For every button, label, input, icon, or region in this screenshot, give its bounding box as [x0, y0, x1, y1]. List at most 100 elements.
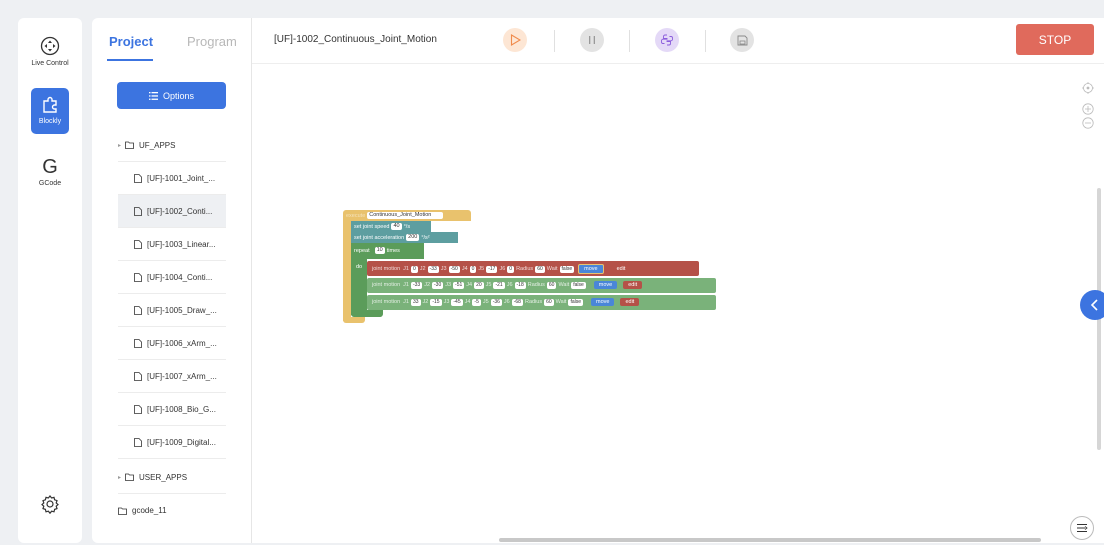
- j5-field[interactable]: -17: [486, 265, 498, 273]
- tree-file-1007[interactable]: [UF]-1007_xArm_...: [118, 360, 226, 393]
- project-panel: Project Program Options ▸ UF_APPS [UF]-1…: [92, 18, 252, 543]
- j2-label: J2: [419, 266, 426, 272]
- j1-label: J1: [403, 299, 409, 305]
- j2-label: J2: [424, 282, 430, 288]
- wait-dropdown[interactable]: false: [571, 281, 586, 289]
- j5-field[interactable]: -36: [490, 298, 502, 306]
- repeat-block-foot: [351, 310, 383, 317]
- j3-label: J3: [443, 299, 450, 305]
- j4-label: J4: [461, 266, 468, 272]
- tree-file-1005[interactable]: [UF]-1005_Draw_...: [118, 294, 226, 327]
- tree-folder-gcode-11[interactable]: gcode_11: [118, 494, 226, 527]
- horizontal-scrollbar[interactable]: [499, 538, 1041, 542]
- live-control-nav[interactable]: Live Control: [18, 36, 82, 67]
- j3-label: J3: [445, 282, 452, 288]
- tree-file-1003[interactable]: [UF]-1003_Linear...: [118, 228, 226, 261]
- j6-field[interactable]: -18: [514, 281, 526, 289]
- edit-button[interactable]: edit: [611, 265, 631, 273]
- joint-motion-label: joint motion: [372, 282, 401, 288]
- j1-label: J1: [403, 282, 409, 288]
- move-button[interactable]: move: [578, 264, 604, 274]
- j4-field[interactable]: -5: [472, 298, 481, 306]
- j6-field[interactable]: -68: [511, 298, 523, 306]
- workspace: [UF]-1002_Continuous_Joint_Motion STOP e…: [252, 18, 1104, 543]
- file-icon: [134, 206, 142, 216]
- edit-button[interactable]: edit: [620, 298, 640, 306]
- repeat-count-field[interactable]: 10: [374, 247, 385, 254]
- recenter-icon[interactable]: [1082, 82, 1094, 94]
- options-button[interactable]: Options: [117, 82, 226, 109]
- radius-label: Radius: [524, 299, 543, 305]
- repeat-row: repeat 10 times: [354, 247, 400, 254]
- list-icon: [148, 91, 158, 100]
- move-button[interactable]: move: [593, 281, 618, 289]
- stop-button[interactable]: STOP: [1016, 24, 1094, 55]
- gcode-nav[interactable]: G GCode: [18, 156, 82, 187]
- file-icon: [134, 404, 142, 414]
- radius-field[interactable]: 60: [546, 281, 557, 289]
- tree-file-1008[interactable]: [UF]-1008_Bio_G...: [118, 393, 226, 426]
- zoom-out-icon[interactable]: [1082, 117, 1094, 129]
- zoom-in-icon[interactable]: [1082, 103, 1094, 115]
- tree-label: gcode_11: [132, 506, 167, 515]
- j4-field[interactable]: 0: [469, 265, 477, 273]
- tree-file-1009[interactable]: [UF]-1009_Digital...: [118, 426, 226, 459]
- j1-field[interactable]: -33: [410, 281, 423, 289]
- move-button[interactable]: move: [591, 298, 615, 306]
- collapse-panel-button[interactable]: [1080, 290, 1104, 320]
- wait-dropdown[interactable]: false: [559, 265, 575, 273]
- tree-label: [UF]-1001_Joint_...: [147, 173, 216, 183]
- tree-file-1004[interactable]: [UF]-1004_Conti...: [118, 261, 226, 294]
- project-title: [UF]-1002_Continuous_Joint_Motion: [274, 34, 437, 45]
- joint-motion-label: joint motion: [372, 299, 401, 305]
- j2-field[interactable]: -30: [432, 281, 444, 289]
- function-block-header: execute Continuous_Joint_Motion: [346, 212, 445, 219]
- wait-label: Wait: [546, 266, 558, 272]
- tree-folder-uf-apps[interactable]: ▸ UF_APPS: [118, 129, 226, 162]
- toolbar-divider: [705, 30, 706, 52]
- j3-field[interactable]: -51: [453, 281, 465, 289]
- radius-field[interactable]: 60: [544, 298, 554, 306]
- python-button[interactable]: [655, 28, 679, 52]
- j5-label: J5: [482, 299, 489, 305]
- toolbar-divider: [629, 30, 630, 52]
- j1-field[interactable]: 33: [410, 298, 421, 306]
- j5-field[interactable]: -21: [493, 281, 505, 289]
- j2-field[interactable]: -15: [430, 298, 442, 306]
- edit-button[interactable]: edit: [623, 281, 643, 289]
- j2-field[interactable]: -33: [427, 265, 439, 273]
- caret-right-icon: ▸: [118, 474, 122, 481]
- speed-unit: °/s: [403, 223, 411, 230]
- radius-field[interactable]: 60: [535, 265, 545, 273]
- left-rail: Live Control Blockly G GCode: [18, 18, 82, 543]
- blockly-nav[interactable]: Blockly: [31, 88, 69, 134]
- j4-field[interactable]: 20: [474, 281, 484, 289]
- j3-field[interactable]: -45: [451, 298, 463, 306]
- j2-label: J2: [422, 299, 429, 305]
- function-name-field[interactable]: Continuous_Joint_Motion: [367, 212, 444, 219]
- folder-icon: [125, 141, 134, 149]
- pause-button[interactable]: [580, 28, 604, 52]
- accel-label: set joint acceleration: [354, 234, 405, 241]
- speed-label: set joint speed: [354, 223, 390, 230]
- menu-toggle-button[interactable]: [1070, 516, 1094, 540]
- tree-file-1006[interactable]: [UF]-1006_xArm_...: [118, 327, 226, 360]
- options-label: Options: [162, 90, 195, 101]
- settings-button[interactable]: [18, 494, 82, 514]
- tree-file-1001[interactable]: [UF]-1001_Joint_...: [118, 162, 226, 195]
- j6-field[interactable]: 0: [507, 265, 515, 273]
- file-icon: [134, 239, 142, 249]
- tab-project[interactable]: Project: [109, 34, 153, 49]
- j1-field[interactable]: 0: [410, 265, 418, 273]
- save-button[interactable]: [730, 28, 754, 52]
- speed-value-field[interactable]: 40: [391, 223, 402, 230]
- tab-program[interactable]: Program: [187, 34, 237, 49]
- tree-label: [UF]-1004_Conti...: [147, 272, 213, 282]
- j3-field[interactable]: -50: [448, 265, 460, 273]
- run-button[interactable]: [503, 28, 527, 52]
- accel-value-field[interactable]: 200: [406, 234, 420, 241]
- wait-dropdown[interactable]: false: [568, 298, 584, 306]
- tree-file-1002[interactable]: [UF]-1002_Conti...: [118, 195, 226, 228]
- tree-label: [UF]-1003_Linear...: [147, 239, 216, 249]
- tree-folder-user-apps[interactable]: ▸ USER_APPS: [118, 461, 226, 494]
